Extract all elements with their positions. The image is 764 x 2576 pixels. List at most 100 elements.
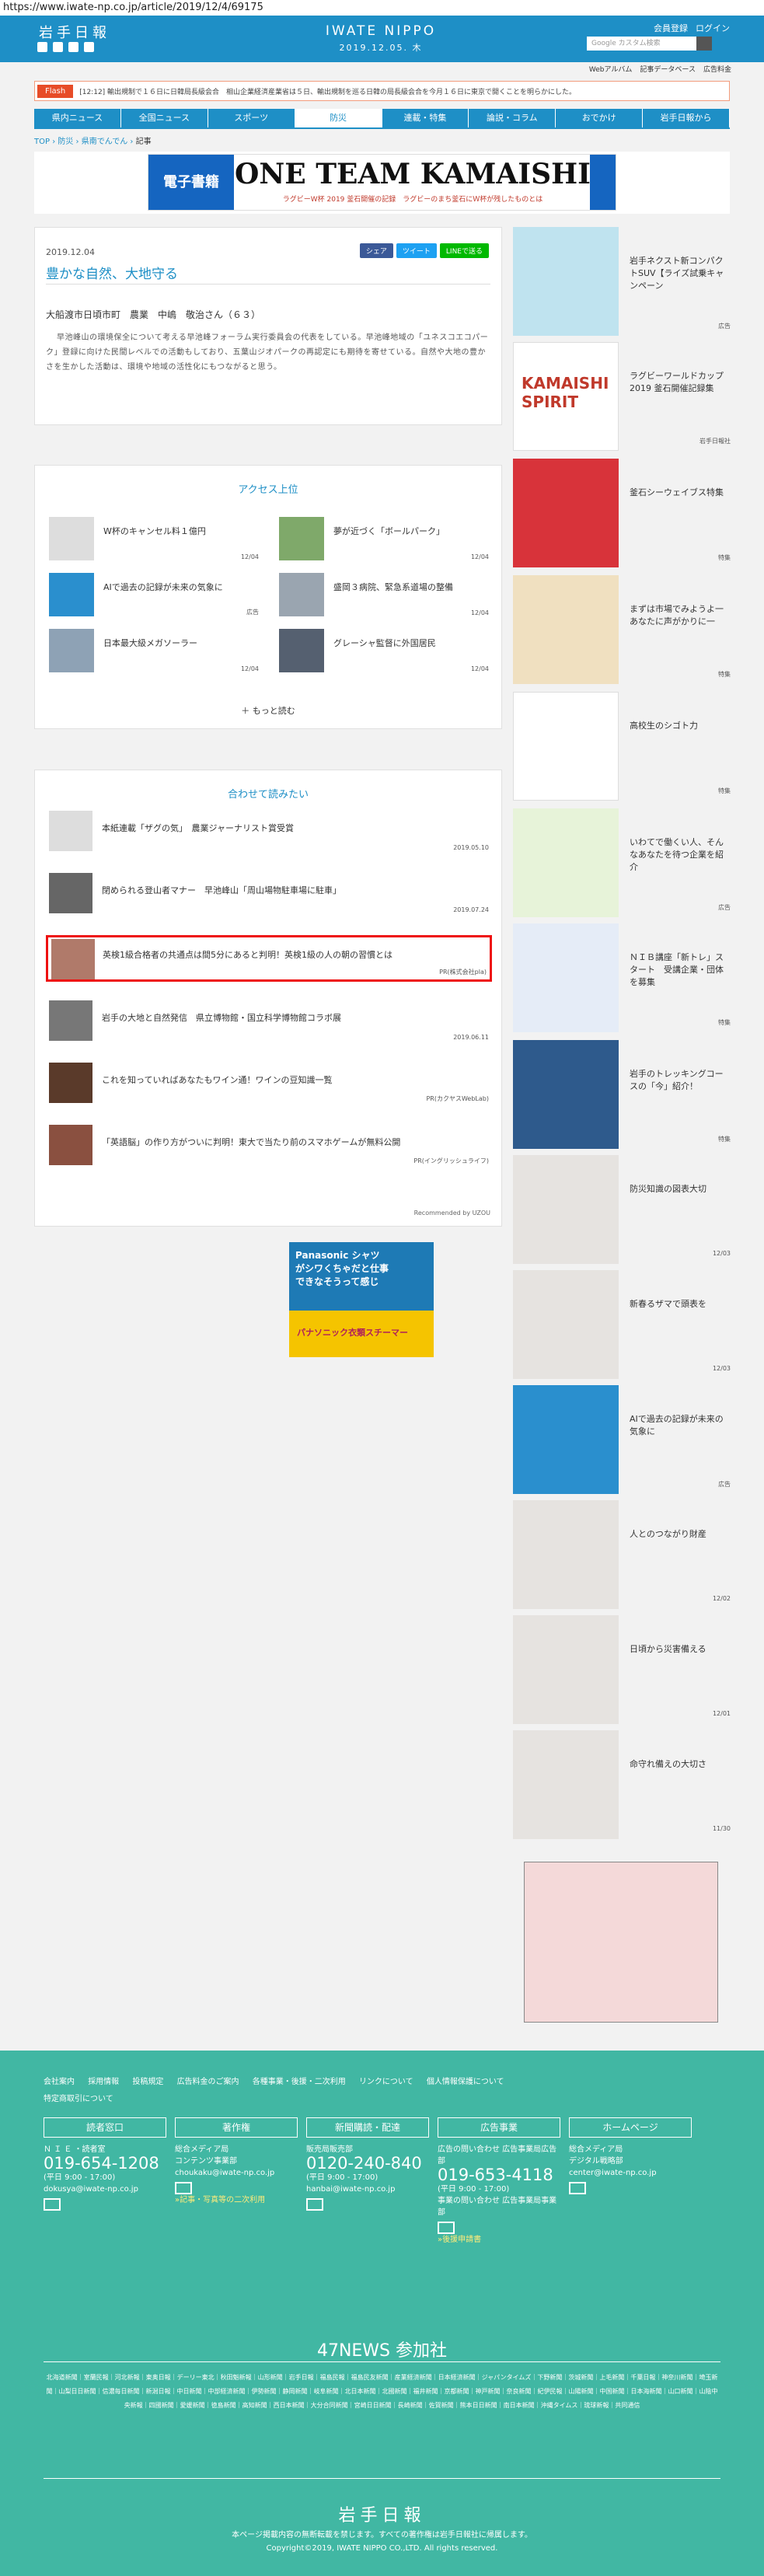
breadcrumb-top[interactable]: TOP [34,138,50,146]
secondary-use-link[interactable]: »記事・写真等の二次利用 [175,2194,298,2206]
list-item[interactable]: 閉められる登山者マナー 早池峰山「周山場物駐車場に駐車」 2019.07.24 [49,873,489,913]
email-link[interactable]: hanbai@iwate-np.co.jp [306,2183,429,2195]
register-link[interactable]: 会員登録 [654,22,688,34]
phone-number[interactable]: 019-653-4118 [438,2167,560,2183]
phone-number[interactable]: 0120-240-840 [306,2155,429,2172]
site-logo[interactable]: 岩手日報 [39,22,110,42]
list-item[interactable]: これを知っていればあなたもワイン通！ワインの豆知識一覧 PR(カクヤスWebLab… [49,1063,489,1103]
database-link[interactable]: 記事データベース [640,64,696,74]
sidebar-item[interactable]: いわてで働くい人、そんなあなたを待つ企業を紹介 広告 [513,808,731,917]
sidebar-date: 岩手日報社 [699,438,731,445]
list-item[interactable]: グレーシャ監督に外国居民 12/04 [279,629,489,672]
nav-prefecture[interactable]: 県内ニュース [34,109,121,127]
search-input[interactable]: Google カスタム検索 [587,37,712,51]
sidebar-item[interactable]: 岩手のトレッキングコースの「今」紹介！ 特集 [513,1040,731,1149]
panasonic-ad[interactable]: Panasonic シャツがシワくちゃだと仕事できなそうって感じ パナソニック衣… [289,1242,434,1357]
mail-icon[interactable] [306,2198,323,2211]
sidebar-item[interactable]: KAMAISHI SPIRIT ラグビーワールドカップ2019 釜石開催記録集 岩手… [513,342,731,451]
email-link[interactable]: center@iwate-np.co.jp [569,2167,692,2179]
sidebar-image [513,923,619,1032]
line-icon[interactable] [68,42,78,52]
article-body: 早池峰山の環境保全について考える早池峰フォーラム実行委員会の代表をしている。早池… [46,333,489,372]
sidebar-item[interactable]: 人とのつながり財産 12/02 [513,1500,731,1609]
thumbnail [51,939,95,979]
sidebar-date: 特集 [718,554,731,561]
sidebar-item[interactable]: 日頃から災害備える 12/01 [513,1615,731,1724]
web-album-link[interactable]: Webアルバム [589,64,633,74]
nav-column[interactable]: 論説・コラム [469,109,556,127]
footer-link[interactable]: 各種事業・後援・二次利用 [253,2078,346,2086]
list-item[interactable]: 日本最大級メガソーラー 12/04 [49,629,259,672]
sponsorship-link[interactable]: »後援申請書 [438,2234,560,2246]
address-bar[interactable]: https://www.iwate-np.co.jp/article/2019/… [0,0,764,16]
breadcrumb-kennan[interactable]: 県南でんでん [82,138,128,146]
phone-number[interactable]: 019-654-1208 [44,2155,166,2172]
footer-link[interactable]: リンクについて [359,2078,413,2086]
sidebar-image [513,1500,619,1609]
main-nav: 県内ニュース 全国ニュース スポーツ 防災 連載・特集 論説・コラム おでかけ … [34,109,730,127]
nav-outing[interactable]: おでかけ [556,109,644,127]
facebook-icon[interactable] [53,42,63,52]
brand-en: IWATE NIPPO [325,23,437,39]
list-item[interactable]: 「英語脳」の作り方がついに判明！東大で当たり前のスマホゲームが無料公開 PR(イン… [49,1125,489,1165]
sidebar-title: ＮＩＢ講座「新トレ」スタート 受講企業・団体を募集 [630,952,724,987]
sidebar-item[interactable]: 防災知識の図表大切 12/03 [513,1155,731,1264]
item-date: 12/04 [240,665,259,672]
manga-ad[interactable] [524,1862,718,2023]
more-button[interactable]: ＋ もっと読む [35,704,501,717]
footer-link[interactable]: 会社案内 [44,2078,75,2086]
article-title: 豊かな自然、大地守る [46,267,178,282]
list-item[interactable]: 岩手の大地と自然発信 県立博物館・国立科学博物館コラボ展 2019.06.11 [49,1000,489,1041]
list-item[interactable]: AIで過去の記録が未来の気象に 広告 [49,573,259,616]
login-link[interactable]: ログイン [696,22,730,34]
sidebar-item[interactable]: 命守れ備えの大切さ 11/30 [513,1730,731,1839]
list-item[interactable]: 本紙連載「ザグの気」 農業ジャーナリスト賞受賞 2019.05.10 [49,811,489,851]
nav-national[interactable]: 全国ニュース [121,109,208,127]
list-item-highlighted[interactable]: 英検1級合格者の共通点は間5分にあると判明！英検1級の人の朝の習慣とは PR(株式… [46,935,492,982]
footer-link[interactable]: 採用情報 [88,2078,119,2086]
breadcrumb-disaster[interactable]: 防災 [58,138,73,146]
footer-logo[interactable]: 岩手日報 [0,2501,764,2526]
kamaishi-banner[interactable]: 電子書籍 ONE TEAM KAMAISHI ラグビーW杯 2019 釜石開催の… [148,154,616,211]
ad-rate-link[interactable]: 広告料金 [703,64,731,74]
list-item[interactable]: 盛岡３病院、緊急系道場の整備 12/04 [279,573,489,616]
sidebar-item[interactable]: まずは市場でみようよ一あなたに声がかりに一 特集 [513,575,731,684]
item-date: 広告 [246,609,259,616]
footer-link[interactable]: 投稿規定 [132,2078,163,2086]
sidebar-title: 高校生のシゴト力 [630,721,698,731]
search-icon[interactable] [696,37,712,51]
sidebar-item[interactable]: 高校生のシゴト力 特集 [513,692,731,801]
email-link[interactable]: dokusya@iwate-np.co.jp [44,2183,166,2195]
footer-link[interactable]: 広告料金のご案内 [177,2078,239,2086]
footer-link[interactable]: 個人情報保護について [427,2078,504,2086]
email-link[interactable]: choukaku@iwate-np.co.jp [175,2167,298,2179]
sidebar-item[interactable]: AIで過去の記録が未来の気象に 広告 [513,1385,731,1494]
mail-icon[interactable] [175,2182,192,2194]
mail-icon[interactable] [44,2198,61,2211]
footer-link[interactable]: 特定商取引について [44,2095,113,2103]
sidebar-item[interactable]: ＮＩＢ講座「新トレ」スタート 受講企業・団体を募集 特集 [513,923,731,1032]
flash-news[interactable]: Flash [12:12] 輸出規制で１６日に日韓局長級会合 相山企業経済産業省… [34,81,730,101]
instagram-icon[interactable] [84,42,94,52]
col-heading: ホームページ [569,2117,692,2138]
nav-sports[interactable]: スポーツ [208,109,295,127]
mail-icon[interactable] [438,2222,455,2234]
list-item[interactable]: 夢が近づく「ボールパーク」 12/04 [279,517,489,560]
sidebar-item[interactable]: 岩手ネクスト新コンパクトSUV【ライズ試乗キャンペーン 広告 [513,227,731,336]
item-title: 夢が近づく「ボールパーク」 [333,526,445,536]
sidebar-item[interactable]: 新春るザマで頭表を 12/03 [513,1270,731,1379]
line-share-button[interactable]: LINEで送る [439,243,489,258]
mail-icon[interactable] [569,2182,586,2194]
list-item[interactable]: W杯のキャンセル料１億円 12/04 [49,517,259,560]
twitter-icon[interactable] [37,42,47,52]
nav-from-nippo[interactable]: 岩手日報から [643,109,730,127]
tweet-button[interactable]: ツイート [396,243,437,258]
sidebar-item[interactable]: 釜石シーウェイブス特集 特集 [513,459,731,567]
nav-disaster[interactable]: 防災 [295,109,382,127]
facebook-share-button[interactable]: シェア [359,243,393,258]
nav-features[interactable]: 連載・特集 [382,109,469,127]
social-links [37,42,94,52]
recommended-by[interactable]: Recommended by UZOU [414,1209,490,1216]
sidebar-date: 広告 [718,1481,731,1488]
47news-list[interactable]: 北海道新聞｜室蘭民報｜河北新報｜東奥日報｜デーリー東北｜秋田魁新報｜山形新聞｜岩… [44,2371,720,2413]
